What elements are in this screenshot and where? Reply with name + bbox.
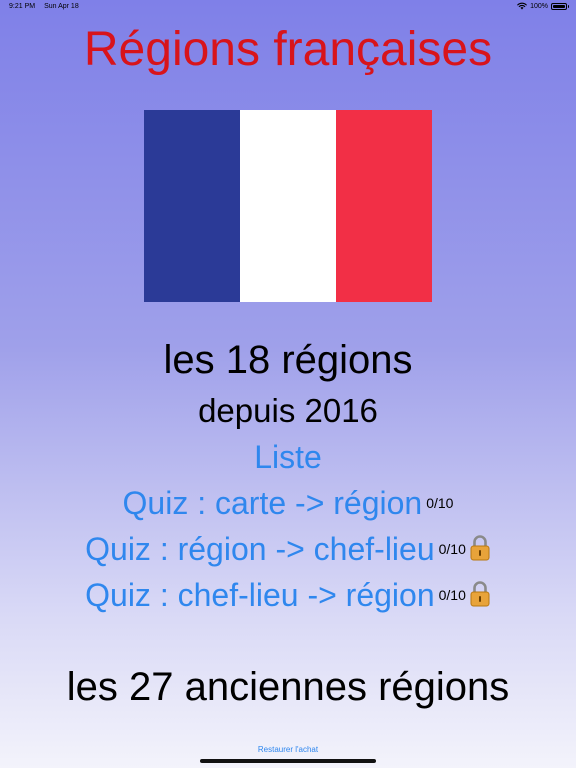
flag-band-white	[240, 110, 336, 302]
quiz-capital-to-region-link[interactable]: Quiz : chef-lieu -> région	[85, 577, 435, 613]
quiz-row-map-to-region: Quiz : carte -> région 0/10	[0, 484, 576, 522]
quiz-row-region-to-capital: Quiz : région -> chef-lieu 0/10	[0, 530, 576, 568]
quiz-score: 0/10	[438, 586, 466, 603]
quiz-score: 0/10	[426, 494, 454, 511]
lock-icon	[470, 535, 490, 561]
home-indicator[interactable]	[200, 759, 376, 763]
battery-percent: 100%	[530, 2, 548, 10]
french-flag	[144, 110, 432, 302]
status-right: 100%	[517, 2, 569, 10]
quiz-score: 0/10	[438, 540, 466, 557]
battery-icon	[551, 2, 569, 10]
status-left: 9:21 PM Sun Apr 18	[9, 3, 79, 10]
status-time: 9:21 PM	[9, 3, 36, 10]
status-bar: 9:21 PM Sun Apr 18 100%	[0, 0, 576, 14]
quiz-map-to-region-link[interactable]: Quiz : carte -> région	[123, 485, 423, 521]
flag-band-red	[336, 110, 432, 302]
section-heading-18-regions[interactable]: les 18 régions	[0, 337, 576, 383]
flag-band-blue	[144, 110, 240, 302]
page-title: Régions françaises	[83, 23, 493, 76]
section-heading-27-old-regions[interactable]: les 27 anciennes régions	[0, 664, 576, 710]
status-date: Sun Apr 18	[44, 3, 79, 10]
quiz-region-to-capital-link[interactable]: Quiz : région -> chef-lieu	[85, 531, 435, 567]
wifi-icon	[517, 2, 527, 10]
list-link[interactable]: Liste	[0, 438, 576, 476]
restore-purchase-link[interactable]: Restaurer l'achat	[0, 745, 576, 754]
quiz-row-capital-to-region: Quiz : chef-lieu -> région 0/10	[0, 576, 576, 614]
lock-icon	[470, 581, 490, 607]
section-subheading: depuis 2016	[198, 392, 378, 429]
battery-fill	[553, 4, 565, 8]
